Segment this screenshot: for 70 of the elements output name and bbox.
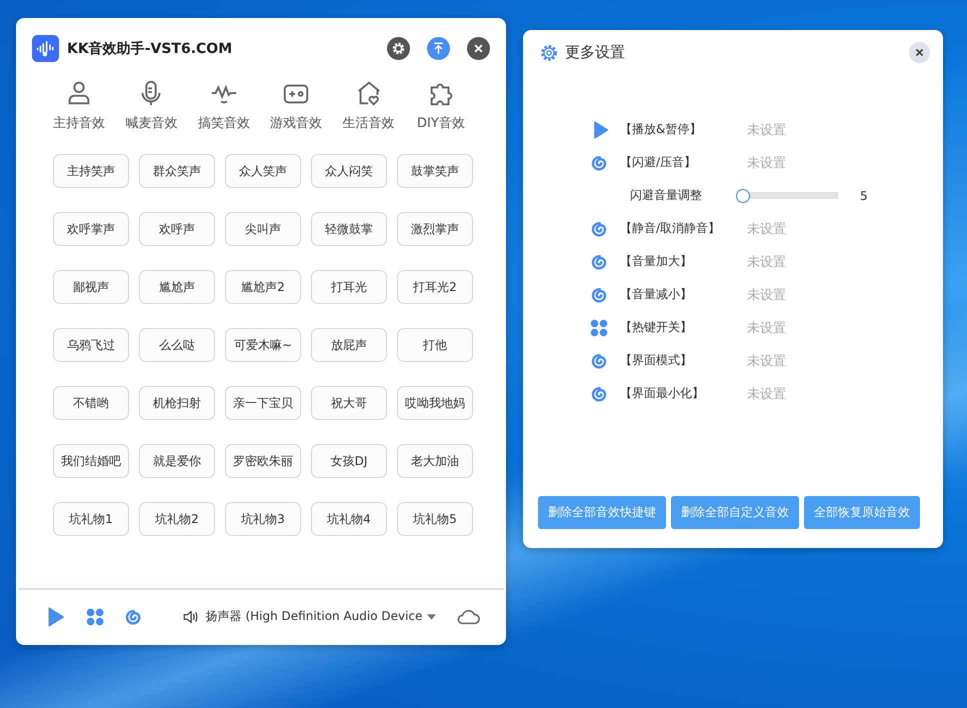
category-tab[interactable]: 搞笑音效 xyxy=(194,78,254,132)
close-icon[interactable] xyxy=(467,37,490,60)
sound-button[interactable]: 坑礼物4 xyxy=(311,502,387,536)
sound-button[interactable]: 罗密欧朱丽 xyxy=(225,444,301,478)
sound-button[interactable]: 打耳光2 xyxy=(397,270,473,304)
settings-icon xyxy=(539,42,559,62)
sound-button[interactable]: 坑礼物5 xyxy=(397,502,473,536)
sound-button[interactable]: 女孩DJ xyxy=(311,444,387,478)
category-tab[interactable]: 主持音效 xyxy=(49,78,109,132)
category-tab[interactable]: DIY音效 xyxy=(410,78,471,132)
hotkey-label: 【界面模式】 xyxy=(620,352,693,369)
pin-top-icon[interactable] xyxy=(427,37,450,60)
sound-button[interactable]: 么么哒 xyxy=(139,328,215,362)
sound-button[interactable]: 主持笑声 xyxy=(53,154,129,188)
hotkey-label: 【热键开关】 xyxy=(620,319,693,336)
audio-device-dropdown[interactable]: 扬声器 (High Definition Audio Device xyxy=(206,608,436,625)
slider-label: 闪避音量调整 xyxy=(630,187,703,204)
grid-icon[interactable] xyxy=(86,606,104,626)
swirl-icon xyxy=(590,384,608,402)
sound-button[interactable]: 众人笑声 xyxy=(225,154,301,188)
category-tab[interactable]: 游戏音效 xyxy=(266,78,326,132)
sound-button[interactable]: 放屁声 xyxy=(311,328,387,362)
sound-button[interactable]: 激烈掌声 xyxy=(397,212,473,246)
category-tab[interactable]: 喊麦音效 xyxy=(121,78,182,132)
sound-button[interactable]: 乌鸦飞过 xyxy=(53,328,129,362)
hotkey-label: 【音量加大】 xyxy=(620,253,693,270)
sound-button[interactable]: 哎呦我地妈 xyxy=(397,386,473,420)
sound-button[interactable]: 打耳光 xyxy=(311,270,387,304)
swirl-icon xyxy=(590,220,608,238)
sound-button[interactable]: 我们结婚吧 xyxy=(53,444,129,478)
sound-button[interactable]: 坑礼物1 xyxy=(53,502,129,536)
sound-button[interactable]: 就是爱你 xyxy=(139,444,215,478)
slider-thumb[interactable] xyxy=(736,188,750,202)
close-icon[interactable] xyxy=(909,42,930,63)
sound-button[interactable]: 鄙视声 xyxy=(53,270,129,304)
window-title: 更多设置 xyxy=(565,43,625,62)
swirl-icon xyxy=(590,154,608,172)
settings-icon[interactable] xyxy=(387,37,410,60)
sound-button[interactable]: 祝大哥 xyxy=(311,386,387,420)
sound-button[interactable]: 众人闷笑 xyxy=(311,154,387,188)
sound-button[interactable]: 机枪扫射 xyxy=(139,386,215,420)
sound-button[interactable]: 轻微鼓掌 xyxy=(311,212,387,246)
hotkey-label: 【闪避/压音】 xyxy=(620,154,698,171)
sound-button[interactable]: 群众笑声 xyxy=(139,154,215,188)
sound-button[interactable]: 欢呼声 xyxy=(139,212,215,246)
sound-button[interactable]: 鼓掌笑声 xyxy=(397,154,473,188)
swirl-icon xyxy=(590,252,608,270)
slider-value: 5 xyxy=(860,188,868,202)
caret-icon xyxy=(427,614,436,620)
hotkey-label: 【播放&暂停】 xyxy=(620,121,702,138)
swirl-icon xyxy=(590,286,608,304)
hotkey-label: 【界面最小化】 xyxy=(620,385,705,402)
sound-button[interactable]: 尴尬声2 xyxy=(225,270,301,304)
hotkey-label: 【静音/取消静音】 xyxy=(620,220,722,237)
sound-button[interactable]: 老大加油 xyxy=(397,444,473,478)
sound-button[interactable]: 亲一下宝贝 xyxy=(225,386,301,420)
music-note-logo-icon xyxy=(32,35,59,62)
window-title: KK音效助手-VST6.COM xyxy=(67,40,232,58)
sound-button[interactable]: 打他 xyxy=(397,328,473,362)
sound-button[interactable]: 坑礼物3 xyxy=(225,502,301,536)
sound-button[interactable]: 坑礼物2 xyxy=(139,502,215,536)
sound-button[interactable]: 不错哟 xyxy=(53,386,129,420)
sound-button[interactable]: 欢呼掌声 xyxy=(53,212,129,246)
hotkey-label: 【音量减小】 xyxy=(620,286,693,303)
sound-button[interactable]: 尖叫声 xyxy=(225,212,301,246)
sound-button[interactable]: 尴尬声 xyxy=(139,270,215,304)
grid-icon xyxy=(590,318,608,336)
swirl-icon xyxy=(590,352,608,370)
sound-button[interactable]: 可爱木嘛~ xyxy=(225,328,301,362)
category-tab[interactable]: 生活音效 xyxy=(338,78,399,132)
